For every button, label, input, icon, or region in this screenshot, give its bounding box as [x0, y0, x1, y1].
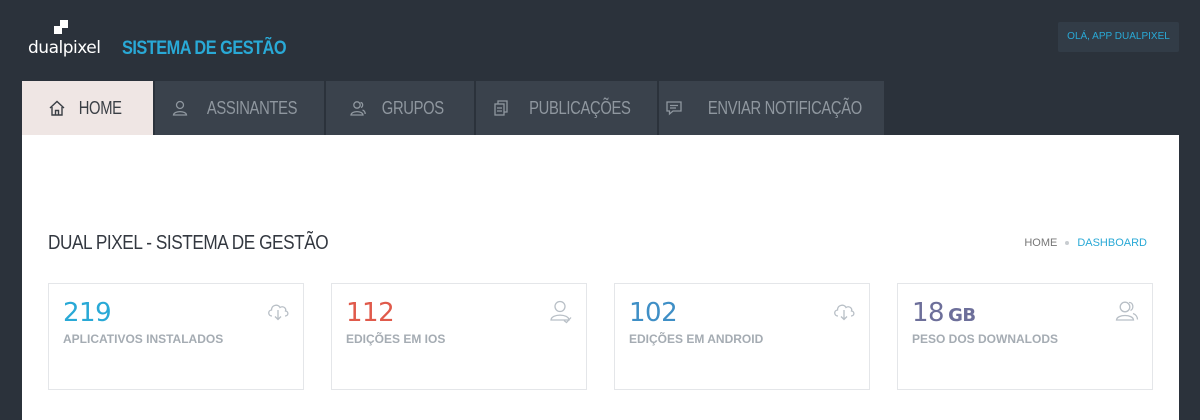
stat-value: 219 — [63, 298, 112, 328]
main-panel: DUAL PIXEL - SISTEMA DE GESTÃO HOME DASH… — [22, 135, 1179, 420]
tab-assinantes-label: ASSINANTES — [207, 97, 298, 118]
stat-value: 112 — [346, 298, 395, 328]
app-title: SISTEMA DE GESTÃO — [122, 38, 287, 59]
stat-card-ios-editions: 112 EDIÇÕES EM IOS — [331, 283, 587, 390]
user-check-icon — [548, 298, 574, 324]
tab-enviar-notificacao-label: ENVIAR NOTIFICAÇÃO — [707, 97, 862, 118]
group-icon — [349, 99, 367, 117]
page-title: DUAL PIXEL - SISTEMA DE GESTÃO — [48, 232, 329, 254]
message-icon — [665, 99, 683, 117]
users-icon — [1114, 298, 1140, 324]
logo-text: dualpixel — [28, 38, 101, 58]
tab-grupos-label: GRUPOS — [381, 97, 445, 118]
stat-value: 102 — [629, 298, 678, 328]
tab-publicacoes-label: PUBLICAÇÕES — [528, 97, 631, 118]
stat-label: EDIÇÕES EM IOS — [346, 332, 446, 346]
stat-label: PESO DOS DOWNALODS — [912, 332, 1059, 346]
breadcrumb-separator — [1065, 241, 1070, 245]
stat-value: 18 GB — [912, 298, 976, 328]
cloud-download-icon — [831, 298, 857, 324]
stat-label: APLICATIVOS INSTALADOS — [63, 332, 224, 346]
user-icon — [171, 99, 189, 117]
tab-grupos[interactable]: GRUPOS — [326, 81, 474, 135]
cloud-download-icon — [265, 298, 291, 324]
tab-home[interactable]: HOME — [22, 81, 153, 135]
tab-home-label: HOME — [79, 97, 122, 118]
home-icon — [48, 99, 66, 117]
tab-enviar-notificacao[interactable]: ENVIAR NOTIFICAÇÃO — [659, 81, 884, 135]
stats-cards: 219 APLICATIVOS INSTALADOS 112 EDIÇÕES E… — [48, 283, 1153, 390]
breadcrumb-current: DASHBOARD — [1077, 237, 1147, 249]
top-header: dualpixel SISTEMA DE GESTÃO OLÁ, APP DUA… — [0, 0, 1200, 80]
logo[interactable]: dualpixel — [28, 20, 101, 60]
stat-card-download-weight: 18 GB PESO DOS DOWNALODS — [897, 283, 1153, 390]
stat-unit: GB — [948, 305, 976, 326]
breadcrumb: HOME DASHBOARD — [1024, 237, 1147, 249]
stat-card-installed-apps: 219 APLICATIVOS INSTALADOS — [48, 283, 304, 390]
breadcrumb-home-link[interactable]: HOME — [1024, 237, 1057, 249]
user-menu-button[interactable]: OLÁ, APP DUALPIXEL — [1058, 22, 1179, 52]
stat-card-android-editions: 102 EDIÇÕES EM ANDROID — [614, 283, 870, 390]
logo-mark-icon — [54, 20, 70, 36]
stat-label: EDIÇÕES EM ANDROID — [629, 332, 764, 346]
publications-icon — [492, 99, 510, 117]
main-nav: HOME ASSINANTES GRUPOS PUBLICAÇÕES ENVIA… — [22, 81, 886, 135]
tab-assinantes[interactable]: ASSINANTES — [155, 81, 324, 135]
tab-publicacoes[interactable]: PUBLICAÇÕES — [476, 81, 657, 135]
